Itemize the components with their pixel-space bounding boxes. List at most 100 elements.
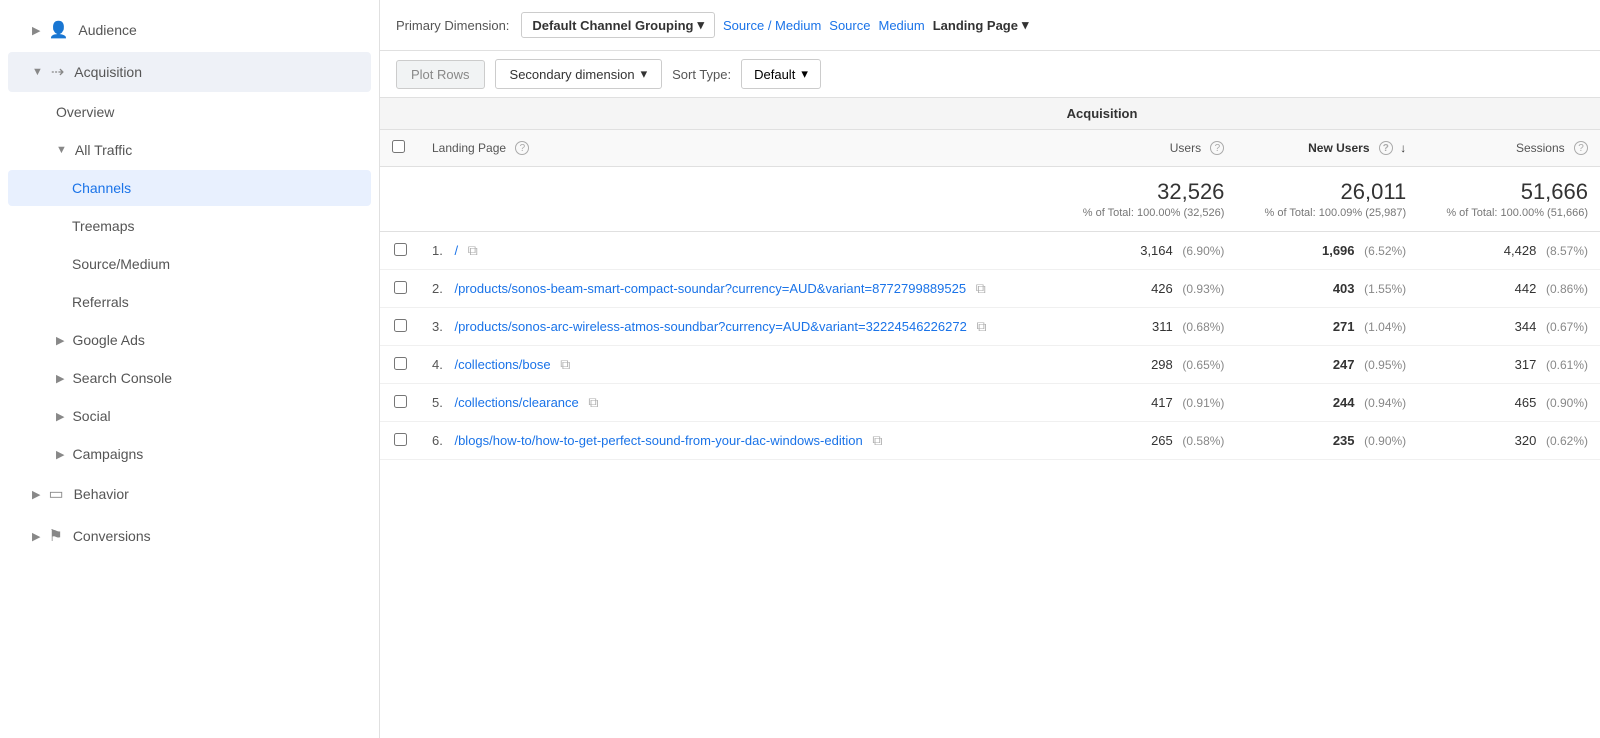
- users-cell: 417 (0.91%): [1055, 384, 1237, 422]
- new-users-cell: 403 (1.55%): [1236, 270, 1418, 308]
- row-checkbox-cell[interactable]: [380, 422, 420, 460]
- new-users-cell: 235 (0.90%): [1236, 422, 1418, 460]
- plot-rows-button[interactable]: Plot Rows: [396, 60, 485, 89]
- sidebar-item-campaigns[interactable]: ▶ Campaigns: [8, 436, 371, 472]
- sidebar-item-channels[interactable]: Channels: [8, 170, 371, 206]
- users-pct: (0.58%): [1182, 434, 1224, 448]
- sidebar-item-source-medium[interactable]: Source/Medium: [8, 246, 371, 282]
- users-value: 265: [1151, 433, 1173, 448]
- new-users-pct: (1.55%): [1364, 282, 1406, 296]
- landing-page-url[interactable]: /collections/clearance: [454, 395, 578, 410]
- row-checkbox[interactable]: [394, 357, 407, 370]
- sidebar-item-overview[interactable]: Overview: [8, 94, 371, 130]
- help-icon[interactable]: ?: [515, 141, 529, 155]
- table-row: 1. / ⧉ 3,164 (6.90%) 1,696 (6.52%) 4,428…: [380, 232, 1600, 270]
- new-users-pct: (0.95%): [1364, 358, 1406, 372]
- users-cell: 311 (0.68%): [1055, 308, 1237, 346]
- users-help-icon[interactable]: ?: [1210, 141, 1224, 155]
- sidebar-item-all-traffic[interactable]: ▼ All Traffic: [8, 132, 371, 168]
- new-users-pct: (0.90%): [1364, 434, 1406, 448]
- conversions-icon: ⚑: [48, 526, 62, 546]
- chevron-right-icon: ▶: [32, 530, 40, 543]
- sidebar-item-search-console[interactable]: ▶ Search Console: [8, 360, 371, 396]
- sidebar-item-google-ads[interactable]: ▶ Google Ads: [8, 322, 371, 358]
- row-checkbox-cell[interactable]: [380, 384, 420, 422]
- default-channel-grouping-btn[interactable]: Default Channel Grouping ▾: [521, 12, 715, 38]
- landing-page-url[interactable]: /: [454, 243, 458, 258]
- new-users-value: 1,696: [1322, 243, 1355, 258]
- copy-icon[interactable]: ⧉: [468, 242, 478, 258]
- copy-icon[interactable]: ⧉: [560, 356, 570, 372]
- sidebar-item-label: Channels: [72, 180, 131, 196]
- dropdown-arrow-icon: ▾: [641, 66, 648, 82]
- new-users-pct: (6.52%): [1364, 244, 1406, 258]
- sidebar-item-label: Social: [72, 408, 110, 424]
- landing-page-btn[interactable]: Landing Page ▾: [933, 17, 1029, 33]
- acquisition-section-header: Acquisition: [1055, 98, 1600, 130]
- table-row: 5. /collections/clearance ⧉ 417 (0.91%) …: [380, 384, 1600, 422]
- secondary-dimension-button[interactable]: Secondary dimension ▾: [495, 59, 663, 89]
- data-table: Acquisition Landing Page ? Users ?: [380, 97, 1600, 460]
- row-checkbox-cell[interactable]: [380, 308, 420, 346]
- row-checkbox-cell[interactable]: [380, 346, 420, 384]
- row-number: 5.: [432, 395, 443, 410]
- sidebar-item-treemaps[interactable]: Treemaps: [8, 208, 371, 244]
- sessions-pct: (0.90%): [1546, 396, 1588, 410]
- sessions-cell: 4,428 (8.57%): [1418, 232, 1600, 270]
- acquisition-icon: ⇢: [51, 62, 64, 82]
- new-users-help-icon[interactable]: ?: [1379, 141, 1393, 155]
- chevron-right-icon: ▶: [32, 24, 40, 37]
- sidebar-item-conversions[interactable]: ▶ ⚑ Conversions: [8, 516, 371, 556]
- sidebar-item-acquisition[interactable]: ▼ ⇢ Acquisition: [8, 52, 371, 92]
- landing-page-url[interactable]: /products/sonos-arc-wireless-atmos-sound…: [454, 319, 966, 334]
- copy-icon[interactable]: ⧉: [976, 280, 986, 296]
- users-pct: (0.65%): [1182, 358, 1224, 372]
- source-medium-link[interactable]: Source / Medium: [723, 18, 821, 33]
- col-header-new-users[interactable]: New Users ? ↓: [1236, 130, 1418, 167]
- select-all-checkbox-cell[interactable]: [380, 130, 420, 167]
- sidebar-item-social[interactable]: ▶ Social: [8, 398, 371, 434]
- users-value: 298: [1151, 357, 1173, 372]
- sidebar-item-label: Audience: [78, 22, 136, 38]
- copy-icon[interactable]: ⧉: [872, 432, 882, 448]
- chevron-right-icon: ▶: [56, 448, 64, 461]
- landing-page-url[interactable]: /products/sonos-beam-smart-compact-sound…: [454, 281, 966, 296]
- select-all-checkbox[interactable]: [392, 140, 405, 153]
- totals-new-users-pct: % of Total: 100.09% (25,987): [1248, 207, 1406, 219]
- landing-page-url[interactable]: /blogs/how-to/how-to-get-perfect-sound-f…: [454, 433, 862, 448]
- row-number: 6.: [432, 433, 443, 448]
- totals-users-value: 32,526: [1067, 179, 1225, 205]
- users-value: 417: [1151, 395, 1173, 410]
- medium-link[interactable]: Medium: [878, 18, 924, 33]
- chevron-right-icon: ▶: [32, 488, 40, 501]
- new-users-value: 403: [1333, 281, 1355, 296]
- row-checkbox[interactable]: [394, 243, 407, 256]
- sessions-value: 317: [1515, 357, 1537, 372]
- users-cell: 3,164 (6.90%): [1055, 232, 1237, 270]
- dimension-bar: Primary Dimension: Default Channel Group…: [380, 0, 1600, 51]
- chevron-down-icon: ▼: [56, 144, 67, 156]
- behavior-icon: ▭: [48, 484, 63, 504]
- sort-down-icon: ↓: [1400, 141, 1406, 155]
- landing-page-url[interactable]: /collections/bose: [454, 357, 550, 372]
- sort-default-button[interactable]: Default ▾: [741, 59, 821, 89]
- sidebar-item-behavior[interactable]: ▶ ▭ Behavior: [8, 474, 371, 514]
- sidebar-item-label: Google Ads: [72, 332, 144, 348]
- table-row: 2. /products/sonos-beam-smart-compact-so…: [380, 270, 1600, 308]
- copy-icon[interactable]: ⧉: [976, 318, 986, 334]
- row-checkbox-cell[interactable]: [380, 232, 420, 270]
- source-link[interactable]: Source: [829, 18, 870, 33]
- sidebar-item-audience[interactable]: ▶ 👤 Audience: [8, 10, 371, 50]
- row-checkbox[interactable]: [394, 433, 407, 446]
- copy-icon[interactable]: ⧉: [588, 394, 598, 410]
- sort-type-label: Sort Type:: [672, 67, 731, 82]
- row-checkbox[interactable]: [394, 395, 407, 408]
- row-checkbox[interactable]: [394, 281, 407, 294]
- new-users-value: 247: [1333, 357, 1355, 372]
- sidebar-item-referrals[interactable]: Referrals: [8, 284, 371, 320]
- row-checkbox-cell[interactable]: [380, 270, 420, 308]
- sessions-help-icon[interactable]: ?: [1574, 141, 1588, 155]
- row-checkbox[interactable]: [394, 319, 407, 332]
- column-header-row: Landing Page ? Users ? New Users ? ↓ Ses…: [380, 130, 1600, 167]
- dropdown-arrow-icon: ▾: [1022, 17, 1029, 33]
